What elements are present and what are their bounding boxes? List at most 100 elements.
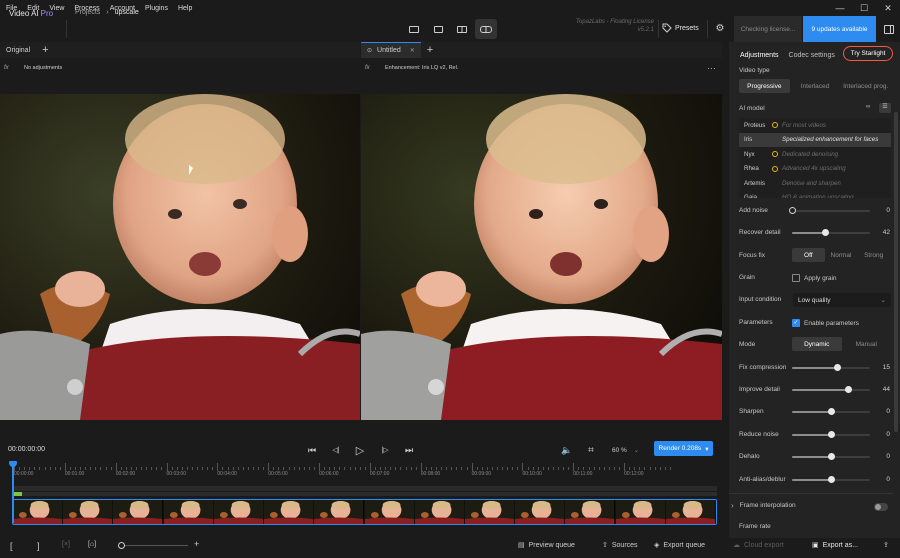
filmstrip-frame[interactable] [163,500,214,524]
ai-model-list[interactable]: Proteus For most videos Iris Specialized en… [739,118,891,198]
focus-fix-strong[interactable]: Strong [857,248,890,262]
mark-in-button[interactable]: [ [10,541,13,551]
slider-track[interactable] [792,210,870,212]
slider-knob[interactable] [828,453,835,460]
slider-knob[interactable] [828,431,835,438]
input-condition-select[interactable]: Low quality ⌄ [793,293,891,307]
crop-button[interactable]: ⌗ [583,442,599,458]
tab-untitled[interactable]: ⊙ Untitled ✕ [361,42,421,58]
timeline-zoom-in-button[interactable]: + [194,539,199,549]
original-preview[interactable] [0,94,360,420]
filmstrip-frame[interactable] [565,500,616,524]
anti-alias-slider[interactable] [792,475,870,485]
timeline-zoom-slider[interactable] [118,545,188,546]
slider-knob[interactable] [789,207,796,214]
updates-button[interactable]: 9 updates available [803,16,876,42]
sharpen-slider[interactable] [792,407,870,417]
step-forward-button[interactable]: |▷ [377,442,393,458]
trim-icon[interactable]: [⌂] [88,541,96,548]
list-view-icon[interactable]: ☰ [879,103,891,113]
focus-fix-normal[interactable]: Normal [825,248,858,262]
slider-knob[interactable] [828,476,835,483]
clear-marks-icon[interactable]: [×] [62,541,70,548]
skip-back-button[interactable]: ⏮ [304,442,320,458]
apply-grain-checkbox[interactable]: Apply grain [792,274,837,282]
filmstrip-frame[interactable] [364,500,415,524]
frame-interpolation-toggle[interactable] [874,503,888,511]
tab-codec-settings[interactable]: Codec settings [789,52,835,59]
link-view-icon[interactable]: ∞ [866,104,876,112]
enable-parameters-checkbox[interactable]: ✓ Enable parameters [792,319,859,327]
filmstrip[interactable] [12,499,717,525]
export-queue-button[interactable]: ◈ Export queue [654,541,705,550]
enhanced-preview[interactable] [361,94,722,420]
maximize-button[interactable]: ☐ [852,0,876,16]
preview-queue-button[interactable]: ▤ Preview queue [518,541,575,550]
add-left-preview-button[interactable]: + [36,44,54,56]
try-starlight-button[interactable]: Try Starlight [843,46,893,61]
filmstrip-frame[interactable] [264,500,315,524]
slider-knob[interactable] [821,229,829,236]
cloud-export-button[interactable]: ☁ Cloud export [733,541,784,550]
playhead[interactable] [12,461,14,523]
share-button[interactable]: ⇪ [883,541,889,549]
timeline-zoom-knob[interactable] [118,542,125,549]
filmstrip-frame[interactable] [113,500,164,524]
video-type-interlaced-prog[interactable]: Interlaced prog. [840,79,891,93]
more-options-icon[interactable]: ··· [707,63,716,73]
ai-model-option[interactable]: Gaia HQ & animation upscaling [739,191,891,198]
view-split-button[interactable] [451,19,473,39]
slider-knob[interactable] [845,386,853,393]
skip-forward-button[interactable]: ⏭ [401,442,417,458]
fix-compression-slider[interactable] [792,363,870,373]
sources-button[interactable]: ⇧ Sources [602,541,638,550]
view-original-button[interactable] [427,19,449,39]
play-button[interactable]: ▷ [352,442,368,458]
breadcrumb-projects[interactable]: Projects [75,9,100,16]
filmstrip-frame[interactable] [615,500,666,524]
video-type-interlaced[interactable]: Interlaced [790,79,841,93]
close-tab-icon[interactable]: ✕ [410,47,415,54]
frame-interpolation-header[interactable]: › Frame interpolation [731,501,796,510]
sidebar-toggle-button[interactable] [878,16,900,42]
tab-original[interactable]: Original [0,42,36,58]
filmstrip-frame[interactable] [213,500,265,524]
ai-model-option[interactable]: Artemis Denoise and sharpen [739,176,891,191]
ai-model-option[interactable]: Proteus For most videos [739,118,891,133]
video-type-progressive[interactable]: Progressive [739,79,790,93]
mark-out-button[interactable]: ] [37,541,40,551]
menu-help[interactable]: Help [173,5,197,12]
slider-knob[interactable] [834,364,842,371]
step-back-button[interactable]: ◁| [328,442,344,458]
view-side-by-side-button[interactable] [475,19,497,39]
mode-dynamic[interactable]: Dynamic [792,337,842,351]
add-right-preview-button[interactable]: + [421,44,439,56]
render-dropdown-icon[interactable]: ▾ [705,445,708,453]
focus-fix-off[interactable]: Off [792,248,825,262]
timeline-track[interactable] [12,486,717,491]
ai-model-option[interactable]: Iris Specialized enhancement for faces [739,132,891,147]
view-single-button[interactable] [403,19,425,39]
filmstrip-frame[interactable] [13,500,64,524]
filmstrip-frame[interactable] [515,500,566,524]
improve-detail-slider[interactable] [792,385,870,395]
close-button[interactable]: ✕ [876,0,900,16]
timeline-ruler[interactable]: 00:00:00 00:01:00 00:02:00 00:03:00 00:04:00… [10,461,718,481]
filmstrip-frame[interactable] [414,500,465,524]
ai-model-option[interactable]: Rhea Advanced 4x upscaling [739,162,891,177]
ai-model-option[interactable]: Nyx Dedicated denoising [739,147,891,162]
slider-knob[interactable] [828,408,835,415]
zoom-select[interactable]: 60 % ⌄ [612,446,639,454]
menu-plugins[interactable]: Plugins [140,5,173,12]
mode-manual[interactable]: Manual [842,337,892,351]
export-as-button[interactable]: ▣ Export as... [812,541,858,550]
tab-adjustments[interactable]: Adjustments [740,52,779,59]
render-button[interactable]: Render 0.208s ▾ [654,441,713,456]
panel-scrollbar[interactable] [894,112,898,432]
minimize-button[interactable]: — [828,0,852,16]
filmstrip-frame[interactable] [63,500,114,524]
dehalo-slider[interactable] [792,452,870,462]
recover-detail-slider[interactable] [792,228,870,238]
volume-button[interactable]: 🔈 [559,442,575,458]
filmstrip-frame[interactable] [464,500,516,524]
